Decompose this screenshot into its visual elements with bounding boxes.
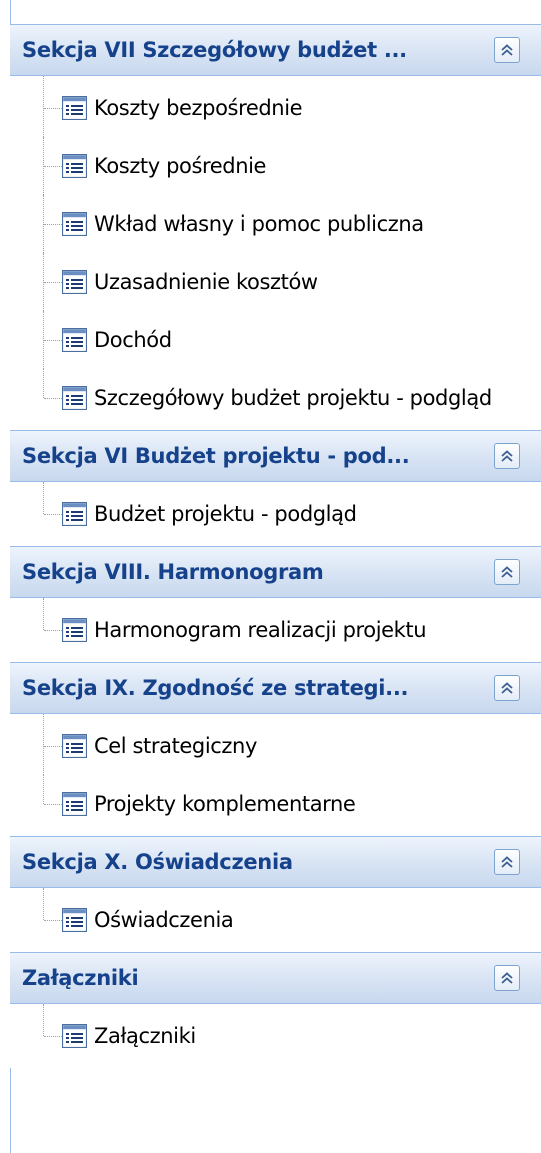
chevron-double-up-icon <box>501 682 513 694</box>
tree-item-label: Oświadczenia <box>94 908 234 932</box>
tree-item[interactable]: Koszty pośrednie <box>10 137 541 195</box>
form-icon <box>61 327 88 353</box>
section-header[interactable]: Sekcja VIII. Harmonogram <box>10 546 541 598</box>
tree-item-label: Koszty bezpośrednie <box>94 96 303 120</box>
tree-item-label: Wkład własny i pomoc publiczna <box>94 212 424 236</box>
section-title: Załączniki <box>22 966 139 990</box>
form-icon <box>61 733 88 759</box>
section-header[interactable]: Załączniki <box>10 952 541 1004</box>
tree-item[interactable]: Dochód <box>10 311 541 369</box>
tree-item[interactable]: Oświadczenia <box>10 888 541 949</box>
tree-connector-horizontal <box>44 166 62 167</box>
tree-item[interactable]: Koszty bezpośrednie <box>10 76 541 137</box>
tree-item-label: Koszty pośrednie <box>94 154 267 178</box>
chevron-double-up-icon <box>501 44 513 56</box>
tree-connector-vertical <box>43 1004 44 1036</box>
section-title: Sekcja X. Oświadczenia <box>22 850 293 874</box>
navigation-accordion-panel: Sekcja VII Szczegółowy budżet ... Koszty … <box>0 0 541 1153</box>
section-header[interactable]: Sekcja VII Szczegółowy budżet ... <box>10 24 541 76</box>
form-icon <box>61 385 88 411</box>
section-title: Sekcja VII Szczegółowy budżet ... <box>22 38 407 62</box>
form-icon <box>61 501 88 527</box>
tree-item-label: Załączniki <box>94 1024 196 1048</box>
tree-item[interactable]: Szczegółowy budżet projektu - podgląd <box>10 369 541 427</box>
section-header[interactable]: Sekcja X. Oświadczenia <box>10 836 541 888</box>
section-body: Cel strategiczny Projekty komplementarne <box>10 714 541 836</box>
tree-item[interactable]: Harmonogram realizacji projektu <box>10 598 541 659</box>
tree-connector-horizontal <box>44 340 62 341</box>
tree-item-label: Harmonogram realizacji projektu <box>94 618 427 642</box>
tree-item[interactable]: Wkład własny i pomoc publiczna <box>10 195 541 253</box>
section-body: Załączniki <box>10 1004 541 1068</box>
form-icon <box>61 791 88 817</box>
tree-connector-vertical <box>43 714 44 775</box>
form-icon <box>61 617 88 643</box>
tree-connector-horizontal <box>44 108 62 109</box>
collapse-button[interactable] <box>494 965 520 991</box>
section-body: Oświadczenia <box>10 888 541 952</box>
tree-connector-horizontal <box>44 282 62 283</box>
tree-connector-vertical <box>43 76 44 137</box>
collapse-button[interactable] <box>494 559 520 585</box>
section-header[interactable]: Sekcja VI Budżet projektu - pod... <box>10 430 541 482</box>
chevron-double-up-icon <box>501 566 513 578</box>
tree-item[interactable]: Uzasadnienie kosztów <box>10 253 541 311</box>
tree-connector-vertical <box>43 369 44 398</box>
tree-item[interactable]: Projekty komplementarne <box>10 775 541 833</box>
tree-connector-vertical <box>43 598 44 630</box>
chevron-double-up-icon <box>501 856 513 868</box>
section-title: Sekcja VIII. Harmonogram <box>22 560 324 584</box>
tree-connector-vertical <box>43 888 44 920</box>
section-title: Sekcja IX. Zgodność ze strategi... <box>22 676 409 700</box>
collapse-button[interactable] <box>494 443 520 469</box>
section-header[interactable]: Sekcja IX. Zgodność ze strategi... <box>10 662 541 714</box>
section-body: Budżet projektu - podgląd <box>10 482 541 546</box>
section-title: Sekcja VI Budżet projektu - pod... <box>22 444 410 468</box>
form-icon <box>61 211 88 237</box>
collapse-button[interactable] <box>494 849 520 875</box>
form-icon <box>61 153 88 179</box>
chevron-double-up-icon <box>501 972 513 984</box>
tree-connector-vertical <box>43 482 44 514</box>
form-icon <box>61 269 88 295</box>
tree-connector-horizontal <box>44 746 62 747</box>
section-body: Harmonogram realizacji projektu <box>10 598 541 662</box>
tree-item-label: Projekty komplementarne <box>94 792 356 816</box>
tree-connector-horizontal <box>44 630 62 631</box>
collapse-button[interactable] <box>494 675 520 701</box>
tree-connector-vertical <box>43 775 44 804</box>
form-icon <box>61 95 88 121</box>
tree-connector-horizontal <box>44 804 62 805</box>
tree-item-label: Budżet projektu - podgląd <box>94 502 357 526</box>
tree-item[interactable]: Załączniki <box>10 1004 541 1065</box>
tree-item-label: Szczegółowy budżet projektu - podgląd <box>94 386 492 410</box>
form-icon <box>61 907 88 933</box>
tree-connector-horizontal <box>44 1036 62 1037</box>
tree-item[interactable]: Cel strategiczny <box>10 714 541 775</box>
chevron-double-up-icon <box>501 450 513 462</box>
tree-connector-horizontal <box>44 224 62 225</box>
section-body: Koszty bezpośrednie Koszty pośrednie Wkład… <box>10 76 541 430</box>
tree-item-label: Cel strategiczny <box>94 734 257 758</box>
tree-item-label: Dochód <box>94 328 172 352</box>
tree-connector-horizontal <box>44 514 62 515</box>
form-icon <box>61 1023 88 1049</box>
tree-connector-horizontal <box>44 398 62 399</box>
tree-connector-horizontal <box>44 920 62 921</box>
tree-item-label: Uzasadnienie kosztów <box>94 270 318 294</box>
tree-item[interactable]: Budżet projektu - podgląd <box>10 482 541 543</box>
collapse-button[interactable] <box>494 37 520 63</box>
